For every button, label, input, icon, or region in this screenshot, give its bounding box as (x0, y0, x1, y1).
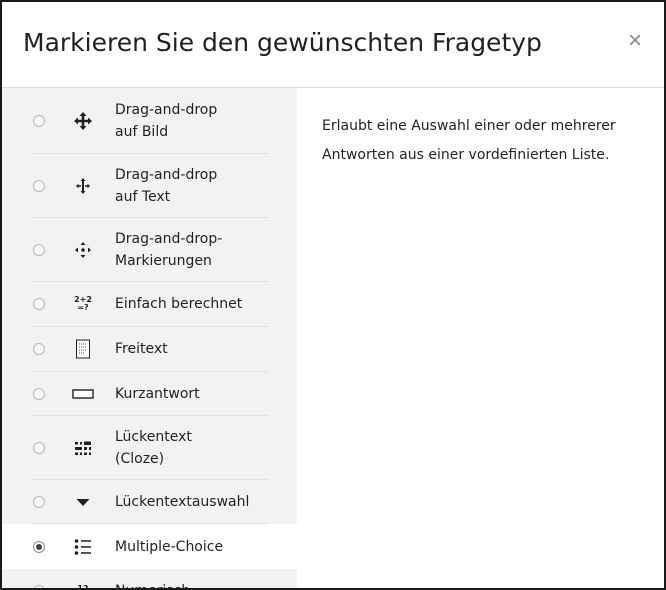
option-gap-select[interactable]: Lückentextauswahl (2, 480, 297, 524)
option-essay[interactable]: Freitext (2, 327, 297, 372)
option-radio[interactable] (33, 343, 45, 355)
option-drag-drop-text[interactable]: Drag-and-drop auf Text (2, 154, 297, 218)
dropdown-triangle-icon (71, 490, 95, 514)
option-label-line1: Drag-and-drop (115, 102, 218, 118)
option-label-line2: (Cloze) (115, 451, 165, 467)
short-answer-box-icon (71, 382, 95, 406)
option-label-line2: Markierungen (115, 253, 212, 269)
option-label-line1: Drag-and-drop- (115, 231, 223, 247)
description-line2: Antworten aus einer vordefinierten Liste… (322, 147, 610, 163)
option-label: Freitext (115, 341, 168, 357)
calculator-formula-icon: 2+2 =? (71, 292, 95, 316)
essay-document-icon (71, 337, 95, 361)
bullet-list-icon (71, 535, 95, 559)
option-radio[interactable] (33, 585, 45, 588)
cloze-blanks-icon (71, 436, 95, 460)
option-label-line1: Drag-and-drop (115, 167, 218, 183)
option-label: Kurzantwort (115, 386, 200, 402)
option-radio[interactable] (33, 496, 45, 508)
option-multiple-choice[interactable]: Multiple-Choice (2, 524, 297, 569)
numerical-icon: 12 (71, 577, 95, 589)
option-radio-checked[interactable] (33, 541, 45, 553)
option-drag-drop-markers[interactable]: Drag-and-drop- Markierungen (2, 218, 297, 282)
question-type-list: Drag-and-drop auf Bild Drag-and-drop auf… (2, 88, 297, 588)
question-type-dialog: Markieren Sie den gewünschten Fragetyp ×… (0, 0, 666, 590)
dialog-header: Markieren Sie den gewünschten Fragetyp × (2, 2, 664, 88)
option-simple-calculated[interactable]: 2+2 =? Einfach berechnet (2, 282, 297, 327)
option-numerical[interactable]: 12 Numerisch (2, 569, 297, 588)
dialog-title: Markieren Sie den gewünschten Fragetyp (23, 28, 542, 57)
move-arrows-icon (71, 109, 95, 133)
move-arrows-small-icon (71, 174, 95, 198)
option-radio[interactable] (33, 115, 45, 127)
question-type-description: Erlaubt eine Auswahl einer oder mehrerer… (322, 112, 642, 170)
option-radio[interactable] (33, 388, 45, 400)
option-label: Lückentextauswahl (115, 494, 250, 510)
numerical-digits: 12 (77, 585, 88, 589)
option-short-answer[interactable]: Kurzantwort (2, 372, 297, 416)
option-label: Numerisch (115, 580, 190, 588)
option-radio[interactable] (33, 244, 45, 256)
option-label-line2: auf Bild (115, 124, 169, 140)
option-radio[interactable] (33, 442, 45, 454)
option-drag-drop-image[interactable]: Drag-and-drop auf Bild (2, 88, 297, 154)
close-button[interactable]: × (622, 28, 648, 54)
option-radio[interactable] (33, 180, 45, 192)
formula-bottom: =? (77, 303, 89, 312)
option-label-line1: Lückentext (115, 429, 192, 445)
option-radio[interactable] (33, 298, 45, 310)
option-label-line2: auf Text (115, 189, 171, 205)
move-markers-icon (71, 238, 95, 262)
option-label: Einfach berechnet (115, 296, 243, 312)
option-label: Multiple-Choice (115, 539, 224, 555)
description-line1: Erlaubt eine Auswahl einer oder mehrerer (322, 118, 616, 134)
option-cloze[interactable]: Lückentext (Cloze) (2, 416, 297, 480)
